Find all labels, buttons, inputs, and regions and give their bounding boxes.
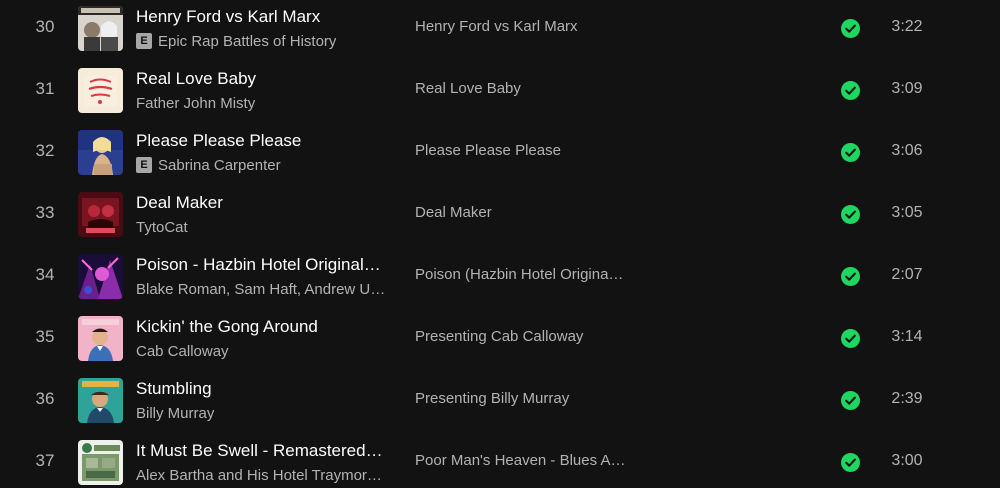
saved-check-icon[interactable] bbox=[841, 329, 860, 348]
track-album[interactable]: Presenting Billy Murray bbox=[415, 390, 630, 407]
explicit-badge: E bbox=[136, 157, 152, 173]
track-artist[interactable]: Sabrina Carpenter bbox=[158, 157, 281, 174]
track-artist-line: E Epic Rap Battles of History bbox=[136, 31, 391, 51]
saved-check-icon[interactable] bbox=[841, 143, 860, 162]
track-title[interactable]: It Must Be Swell - Remastered… bbox=[136, 441, 391, 461]
track-title[interactable]: Please Please Please bbox=[136, 131, 391, 151]
album-cover[interactable] bbox=[78, 440, 123, 485]
album-cover-art bbox=[78, 316, 123, 361]
track-number: 32 bbox=[35, 141, 55, 160]
saved-check-icon[interactable] bbox=[841, 81, 860, 100]
album-cover[interactable] bbox=[78, 378, 123, 423]
track-artist[interactable]: Father John Misty bbox=[136, 95, 255, 112]
track-artist-line: TytoCat bbox=[136, 217, 391, 237]
album-cover[interactable] bbox=[78, 68, 123, 113]
track-artist-line: E Sabrina Carpenter bbox=[136, 155, 391, 175]
track-row[interactable]: 37 It Must Be Swell - Remastered… Alex B… bbox=[0, 432, 1000, 488]
track-duration: 3:14 bbox=[891, 328, 923, 345]
track-album[interactable]: Henry Ford vs Karl Marx bbox=[415, 18, 630, 35]
track-number: 37 bbox=[35, 451, 55, 470]
track-title[interactable]: Henry Ford vs Karl Marx bbox=[136, 7, 391, 27]
track-album[interactable]: Deal Maker bbox=[415, 204, 630, 221]
track-album[interactable]: Please Please Please bbox=[415, 142, 630, 159]
track-number: 35 bbox=[35, 327, 55, 346]
tracklist-rows: 30 Henry Ford vs Karl Marx E Epic Rap Ba… bbox=[0, 0, 1000, 488]
track-artist[interactable]: Alex Bartha and His Hotel Traymor… bbox=[136, 467, 382, 484]
album-cover[interactable] bbox=[78, 192, 123, 237]
track-duration: 3:00 bbox=[891, 452, 923, 469]
track-duration: 3:06 bbox=[891, 142, 923, 159]
saved-check-icon[interactable] bbox=[841, 453, 860, 472]
track-duration: 3:09 bbox=[891, 80, 923, 97]
track-artist-line: Cab Calloway bbox=[136, 341, 391, 361]
album-cover-art bbox=[78, 68, 123, 113]
track-artist[interactable]: Epic Rap Battles of History bbox=[158, 33, 336, 50]
track-duration: 2:39 bbox=[891, 390, 923, 407]
track-number: 30 bbox=[35, 17, 55, 36]
track-duration: 3:22 bbox=[891, 18, 923, 35]
track-row[interactable]: 36 Stumbling Billy Murray Presenting Bil… bbox=[0, 370, 1000, 432]
track-number: 31 bbox=[35, 79, 55, 98]
track-title[interactable]: Real Love Baby bbox=[136, 69, 391, 89]
track-row[interactable]: 34 Poison - Hazbin Hotel Original… Blake… bbox=[0, 246, 1000, 308]
track-artist[interactable]: Cab Calloway bbox=[136, 343, 229, 360]
track-number: 33 bbox=[35, 203, 55, 222]
track-title[interactable]: Stumbling bbox=[136, 379, 391, 399]
saved-check-icon[interactable] bbox=[841, 267, 860, 286]
track-artist-line: Billy Murray bbox=[136, 403, 391, 423]
tracklist: 30 Henry Ford vs Karl Marx E Epic Rap Ba… bbox=[0, 0, 1000, 488]
album-cover-art bbox=[78, 378, 123, 423]
track-duration: 2:07 bbox=[891, 266, 923, 283]
track-artist-line: Blake Roman, Sam Haft, Andrew U… bbox=[136, 279, 391, 299]
track-album[interactable]: Poison (Hazbin Hotel Origina… bbox=[415, 266, 630, 283]
album-cover-art bbox=[78, 192, 123, 237]
album-cover-art bbox=[78, 440, 123, 485]
track-number: 36 bbox=[35, 389, 55, 408]
album-cover[interactable] bbox=[78, 6, 123, 51]
saved-check-icon[interactable] bbox=[841, 19, 860, 38]
album-cover-art bbox=[78, 6, 123, 51]
track-title[interactable]: Kickin' the Gong Around bbox=[136, 317, 391, 337]
track-number: 34 bbox=[35, 265, 55, 284]
track-artist[interactable]: TytoCat bbox=[136, 219, 188, 236]
track-duration: 3:05 bbox=[891, 204, 923, 221]
track-album[interactable]: Real Love Baby bbox=[415, 80, 630, 97]
track-title[interactable]: Poison - Hazbin Hotel Original… bbox=[136, 255, 391, 275]
album-cover-art bbox=[78, 130, 123, 175]
track-album[interactable]: Presenting Cab Calloway bbox=[415, 328, 630, 345]
track-row[interactable]: 30 Henry Ford vs Karl Marx E Epic Rap Ba… bbox=[0, 0, 1000, 60]
album-cover-art bbox=[78, 254, 123, 299]
track-album[interactable]: Poor Man's Heaven - Blues A… bbox=[415, 452, 630, 469]
track-title[interactable]: Deal Maker bbox=[136, 193, 391, 213]
track-artist[interactable]: Billy Murray bbox=[136, 405, 214, 422]
track-row[interactable]: 32 Please Please Please E Sabrina Carpen… bbox=[0, 122, 1000, 184]
saved-check-icon[interactable] bbox=[841, 391, 860, 410]
album-cover[interactable] bbox=[78, 316, 123, 361]
album-cover[interactable] bbox=[78, 130, 123, 175]
track-artist-line: Father John Misty bbox=[136, 93, 391, 113]
track-artist-line: Alex Bartha and His Hotel Traymor… bbox=[136, 465, 391, 485]
track-row[interactable]: 35 Kickin' the Gong Around Cab Calloway … bbox=[0, 308, 1000, 370]
track-row[interactable]: 33 Deal Maker TytoCat Deal Maker 3:05 bbox=[0, 184, 1000, 246]
saved-check-icon[interactable] bbox=[841, 205, 860, 224]
track-artist[interactable]: Blake Roman, Sam Haft, Andrew U… bbox=[136, 281, 385, 298]
explicit-badge: E bbox=[136, 33, 152, 49]
track-row[interactable]: 31 Real Love Baby Father John Misty Real… bbox=[0, 60, 1000, 122]
album-cover[interactable] bbox=[78, 254, 123, 299]
